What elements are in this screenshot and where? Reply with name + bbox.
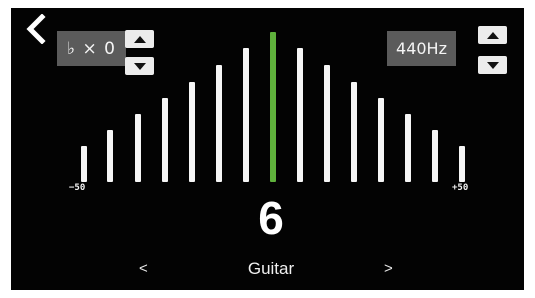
meter-bar — [297, 48, 303, 182]
tuner-screen: ♭ × 0 440Hz −50 +50 6 < Guitar > — [11, 8, 524, 290]
meter-bar — [243, 48, 249, 182]
calibration-frequency-label: 440Hz — [396, 39, 447, 58]
next-mode-button[interactable]: > — [384, 260, 393, 277]
meter-bar — [81, 146, 87, 182]
triangle-up-icon — [133, 35, 146, 43]
tuner-mode-name: Guitar — [247, 259, 295, 278]
meter-bar — [216, 65, 222, 182]
scale-min-label: −50 — [69, 183, 86, 193]
flat-tuning-label: ♭ × 0 — [67, 38, 116, 59]
triangle-up-icon — [486, 31, 499, 39]
meter-bar — [324, 65, 330, 182]
meter-bar — [459, 146, 465, 182]
frequency-up-button[interactable] — [478, 26, 507, 44]
meter-bar-center — [270, 32, 276, 182]
frequency-down-button[interactable] — [478, 56, 507, 74]
meter-bar — [405, 114, 411, 182]
meter-bar — [189, 82, 195, 182]
calibration-frequency-display: 440Hz — [387, 31, 456, 66]
scale-max-label: +50 — [452, 183, 469, 193]
meter-bar — [135, 114, 141, 182]
flat-tuning-display: ♭ × 0 — [57, 31, 126, 66]
meter-bar — [351, 82, 357, 182]
string-number: 6 — [258, 192, 284, 244]
flat-up-button[interactable] — [125, 30, 154, 48]
meter-bar — [107, 130, 113, 182]
meter-bar — [162, 98, 168, 182]
meter-bar — [378, 98, 384, 182]
prev-mode-button[interactable]: < — [139, 260, 148, 277]
back-chevron-icon[interactable] — [23, 14, 47, 44]
triangle-down-icon — [486, 61, 499, 69]
meter-bar — [432, 130, 438, 182]
flat-down-button[interactable] — [125, 57, 154, 75]
triangle-down-icon — [133, 62, 146, 70]
